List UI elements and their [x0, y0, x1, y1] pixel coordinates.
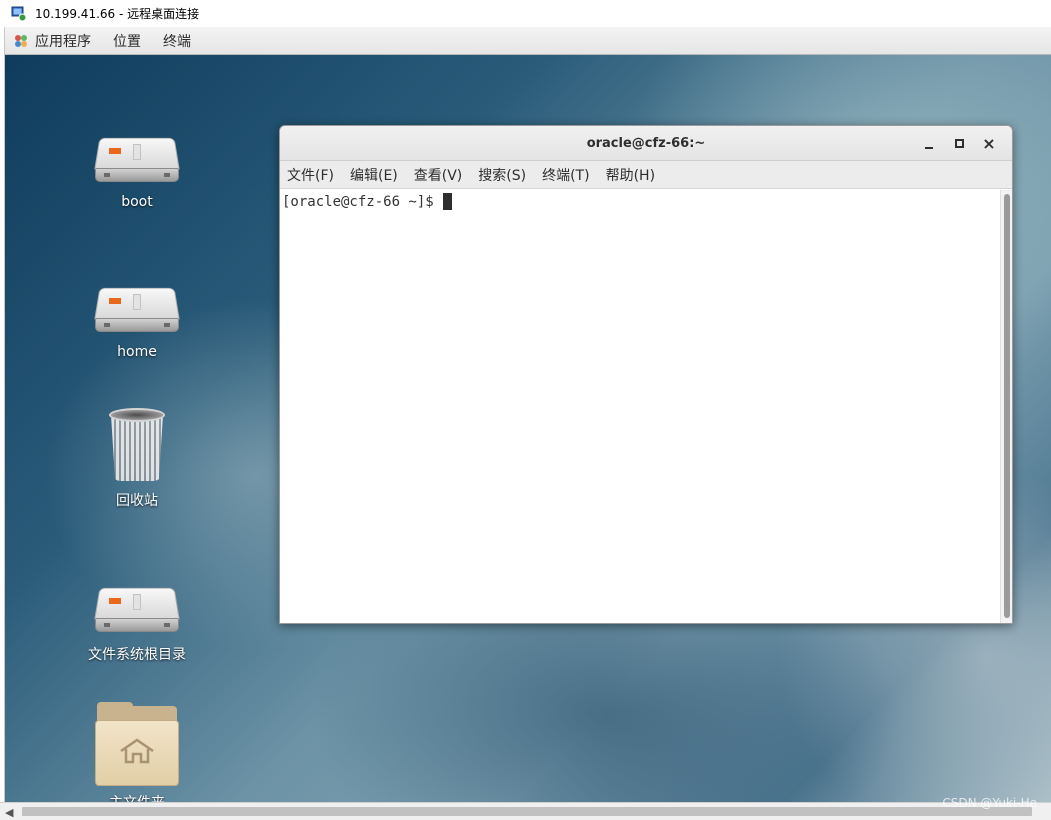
menu-edit[interactable]: 编辑(E) [350, 165, 398, 185]
desktop-icon-filesystem-root[interactable]: 文件系统根目录 [77, 582, 197, 664]
terminal-launcher-label: 终端 [163, 33, 191, 50]
menu-help[interactable]: 帮助(H) [606, 165, 655, 185]
desktop-icon-home-folder[interactable]: 主文件夹 [77, 702, 197, 802]
shell-prompt: [oracle@cfz-66 ~]$ [282, 193, 443, 210]
desktop-icon-label: boot [121, 194, 153, 210]
desktop-icon-label: home [117, 344, 157, 360]
watermark: CSDN @Yuki-He [942, 796, 1037, 810]
window-controls: × [914, 126, 1004, 161]
desktop-icon-boot[interactable]: boot [77, 132, 197, 210]
terminal-menubar: 文件(F) 编辑(E) 查看(V) 搜索(S) 终端(T) 帮助(H) [280, 161, 1012, 189]
menu-file[interactable]: 文件(F) [287, 165, 334, 185]
maximize-button[interactable] [944, 131, 974, 157]
desktop-icon-label: 主文件夹 [109, 792, 165, 802]
scroll-left-arrow-icon[interactable]: ◀ [5, 806, 13, 819]
text-cursor [443, 193, 453, 210]
prompt-line: [oracle@cfz-66 ~]$ [282, 193, 1002, 210]
remote-desktop-icon [11, 6, 27, 22]
terminal-launcher[interactable]: 终端 [163, 31, 191, 51]
trash-icon [105, 408, 169, 484]
home-folder-icon [95, 702, 179, 786]
terminal-window[interactable]: oracle@cfz-66:~ × 文件(F) 编辑(E) 查看(V) 搜索(S… [279, 125, 1013, 624]
terminal-titlebar[interactable]: oracle@cfz-66:~ × [280, 126, 1012, 161]
menu-search[interactable]: 搜索(S) [478, 165, 526, 185]
desktop-icon-home[interactable]: home [77, 282, 197, 360]
terminal-output[interactable]: [oracle@cfz-66 ~]$ [280, 190, 1002, 623]
applications-icon [13, 33, 29, 49]
places-menu[interactable]: 位置 [113, 31, 141, 51]
menu-terminal[interactable]: 终端(T) [542, 165, 589, 185]
drive-icon [94, 582, 180, 638]
applications-menu[interactable]: 应用程序 [13, 31, 91, 51]
drive-icon [94, 282, 180, 338]
minimize-icon [925, 146, 933, 149]
maximize-icon [954, 139, 964, 148]
rdp-titlebar: 10.199.41.66 - 远程桌面连接 [0, 0, 1051, 27]
places-menu-label: 位置 [113, 33, 141, 50]
horizontal-scrollbar-thumb[interactable] [22, 807, 1032, 816]
applications-menu-label: 应用程序 [35, 33, 91, 50]
gnome-top-panel: 应用程序 位置 终端 [5, 27, 1051, 55]
rdp-window-title: 10.199.41.66 - 远程桌面连接 [35, 7, 200, 21]
close-button[interactable]: × [974, 131, 1004, 157]
close-icon: × [982, 133, 996, 153]
terminal-title: oracle@cfz-66:~ [586, 135, 706, 151]
desktop-icon-label: 文件系统根目录 [88, 647, 186, 663]
scrollbar-thumb[interactable] [1004, 194, 1010, 618]
rdp-horizontal-scrollbar[interactable]: ◀ [0, 802, 1051, 820]
drive-icon [94, 132, 180, 188]
menu-view[interactable]: 查看(V) [414, 165, 463, 185]
desktop-icon-label: 回收站 [116, 493, 158, 509]
desktop-icon-trash[interactable]: 回收站 [77, 408, 197, 510]
terminal-scrollbar[interactable] [1000, 190, 1012, 623]
minimize-button[interactable] [914, 131, 944, 157]
